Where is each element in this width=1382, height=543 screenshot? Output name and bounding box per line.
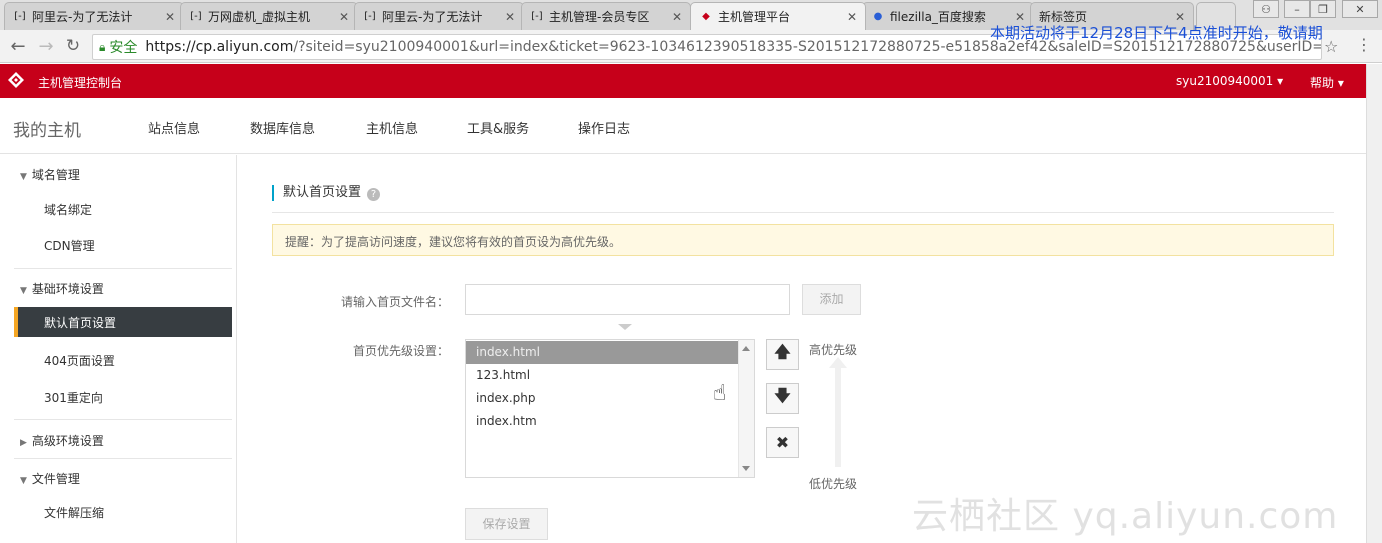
browser-tab-2[interactable]: [-] 万网虚机_虚拟主机 ✕ <box>180 2 358 30</box>
page-scrollbar[interactable] <box>1366 64 1382 543</box>
high-priority-label: 高优先级 <box>809 343 858 357</box>
close-icon[interactable]: ✕ <box>165 10 175 24</box>
homepage-priority-list[interactable]: index.html 123.html index.php index.htm <box>465 339 755 478</box>
more-menu-icon[interactable]: ⋮ <box>1356 35 1372 54</box>
move-up-button[interactable]: 🡅 <box>766 339 799 370</box>
tab-title: 主机管理平台 <box>718 10 791 24</box>
caret-down-icon: ▼ <box>20 286 27 296</box>
move-down-button[interactable]: 🡇 <box>766 383 799 414</box>
app-header: 主机管理控制台 syu2100940001 ▾ 帮助 ▾ <box>0 64 1366 98</box>
arrow-down-indicator-icon <box>618 324 632 330</box>
restore-icon[interactable]: ❐ <box>1310 0 1336 18</box>
close-icon[interactable]: ✕ <box>339 10 349 24</box>
caret-down-icon: ▼ <box>20 476 27 486</box>
homepage-filename-input[interactable] <box>465 284 790 315</box>
secure-label: 安全 <box>109 40 138 56</box>
chevron-down-icon: ▾ <box>1334 76 1344 90</box>
close-icon[interactable]: ✕ <box>847 10 857 24</box>
close-icon[interactable]: ✕ <box>505 10 515 24</box>
filename-label: 请输入首页文件名： <box>340 295 449 309</box>
help-question-icon[interactable]: ? <box>367 188 381 201</box>
sidebar-group-basic-env[interactable]: ▼ 基础环境设置 <box>20 280 104 297</box>
close-icon: ✖ <box>775 433 790 452</box>
bookmark-star-icon[interactable]: ☆ <box>1324 37 1338 56</box>
lock-icon: 🔒︎ <box>99 39 106 54</box>
sidebar-item-301[interactable]: 301重定向 <box>44 389 103 406</box>
chevron-down-icon: ▾ <box>1273 74 1284 88</box>
nav-operation-log[interactable]: 操作日志 <box>578 118 630 137</box>
list-item[interactable]: 123.html <box>466 364 739 387</box>
arrow-up-icon: 🡅 <box>774 342 791 361</box>
sidebar-item-default-homepage[interactable]: 默认首页设置 <box>14 307 232 337</box>
remove-button[interactable]: ✖ <box>766 427 799 458</box>
profile-icon[interactable]: ⚇ <box>1253 0 1279 18</box>
aliyun-favicon-icon: [-] <box>190 11 202 22</box>
sidebar-divider <box>14 268 232 269</box>
section-divider <box>272 212 1334 213</box>
list-item[interactable]: index.html <box>466 341 739 364</box>
nav-database-info[interactable]: 数据库信息 <box>250 118 315 137</box>
aliyun-favicon-icon: [-] <box>531 11 543 22</box>
aliyun-favicon-icon: [-] <box>14 11 26 22</box>
scroll-up-icon[interactable] <box>742 346 750 351</box>
main-content: 默认首页设置? 提醒：为了提高访问速度，建议您将有效的首页设为高优先级。 请输入… <box>237 155 1366 543</box>
logo-icon <box>8 72 24 88</box>
priority-gradient-arrow <box>829 357 847 467</box>
aliyun-favicon-icon: [-] <box>364 11 376 22</box>
user-menu[interactable]: syu2100940001 ▾ <box>1176 74 1283 88</box>
user-name: syu2100940001 <box>1176 74 1274 88</box>
brand-title: 我的主机 <box>13 121 81 141</box>
close-icon[interactable]: ✕ <box>672 10 682 24</box>
forward-arrow-icon[interactable]: → <box>36 36 56 57</box>
nav-host-info[interactable]: 主机信息 <box>366 118 418 137</box>
nav-site-info[interactable]: 站点信息 <box>148 118 200 137</box>
sidebar-group-domain[interactable]: ▼ 域名管理 <box>20 166 80 183</box>
app-title: 主机管理控制台 <box>38 76 123 90</box>
section-title: 默认首页设置? <box>272 185 381 201</box>
tab-title: 阿里云-为了无法计 <box>382 10 483 24</box>
caret-right-icon: ▶ <box>20 438 27 448</box>
browser-tab-3[interactable]: [-] 阿里云-为了无法计 ✕ <box>354 2 524 30</box>
watermark: 云栖社区 yq.aliyun.com <box>912 496 1339 537</box>
minimize-icon[interactable]: – <box>1284 0 1310 18</box>
sidebar: ▼ 域名管理 域名绑定 CDN管理 ▼ 基础环境设置 默认首页设置 404页面设置 … <box>0 155 237 543</box>
tab-title: 主机管理-会员专区 <box>549 10 650 24</box>
scroll-down-icon[interactable] <box>742 466 750 471</box>
low-priority-label: 低优先级 <box>809 477 858 491</box>
sidebar-group-advanced-env[interactable]: ▶ 高级环境设置 <box>20 432 104 449</box>
sidebar-item-404[interactable]: 404页面设置 <box>44 352 115 369</box>
add-button[interactable]: 添加 <box>802 284 861 315</box>
hand-cursor-icon: ☝ <box>713 381 727 406</box>
sidebar-item-file-unzip[interactable]: 文件解压缩 <box>44 504 104 521</box>
reload-icon[interactable]: ↻ <box>63 36 83 56</box>
list-item[interactable]: index.php <box>466 387 739 410</box>
back-arrow-icon[interactable]: ← <box>8 36 28 57</box>
window-close-icon[interactable]: ✕ <box>1342 0 1378 18</box>
sidebar-item-cdn[interactable]: CDN管理 <box>44 237 95 254</box>
caret-down-icon: ▼ <box>20 172 27 182</box>
tab-title: 阿里云-为了无法计 <box>32 10 133 24</box>
help-label: 帮助 <box>1310 76 1335 90</box>
list-item[interactable]: index.htm <box>466 410 739 433</box>
sidebar-item-domain-binding[interactable]: 域名绑定 <box>44 201 92 218</box>
sidebar-group-file[interactable]: ▼ 文件管理 <box>20 470 80 487</box>
host-nav: 我的主机 站点信息 数据库信息 主机信息 工具&服务 操作日志 <box>0 98 1366 154</box>
tab-title: 万网虚机_虚拟主机 <box>208 10 311 24</box>
browser-tab-5[interactable]: ◆ 主机管理平台 ✕ <box>690 2 866 30</box>
browser-tab-1[interactable]: [-] 阿里云-为了无法计 ✕ <box>4 2 184 30</box>
sidebar-divider <box>14 458 232 459</box>
sidebar-divider <box>14 419 232 420</box>
list-scrollbar[interactable] <box>738 340 754 477</box>
promo-banner-text: 本期活动将于12月28日下午4点准时开始，敬请期 <box>990 24 1323 42</box>
arrow-down-icon: 🡇 <box>774 386 791 405</box>
url-host: https://cp.aliyun.com <box>145 39 294 55</box>
nav-tools-services[interactable]: 工具&服务 <box>467 118 529 137</box>
baidu-paw-icon: ● <box>873 11 883 22</box>
save-settings-button[interactable]: 保存设置 <box>465 508 548 540</box>
help-menu[interactable]: 帮助 ▾ <box>1310 74 1344 91</box>
browser-tab-4[interactable]: [-] 主机管理-会员专区 ✕ <box>521 2 691 30</box>
priority-label: 首页优先级设置： <box>352 344 449 358</box>
hosting-favicon-icon: ◆ <box>702 11 710 22</box>
notice-box: 提醒：为了提高访问速度，建议您将有效的首页设为高优先级。 <box>272 224 1334 256</box>
